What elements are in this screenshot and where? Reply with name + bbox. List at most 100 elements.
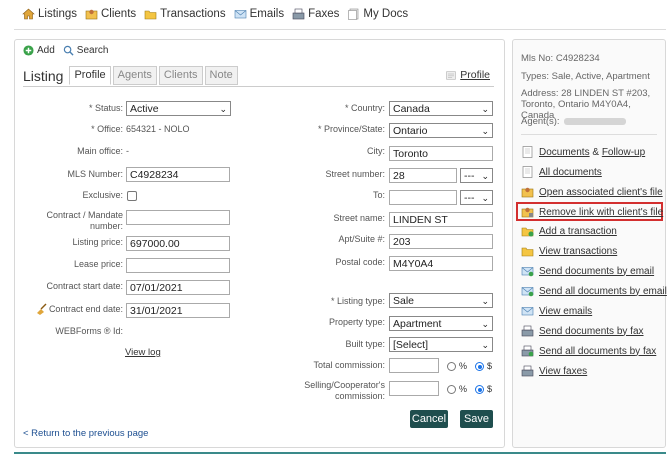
listing-type-value: Sale: [393, 295, 415, 307]
webforms-label: WEBForms ® Id:: [55, 326, 123, 336]
sidebar-action-add-transaction[interactable]: Add a transaction: [521, 225, 617, 237]
client-file-icon: [521, 187, 534, 198]
sidebar-action-open-client-file[interactable]: Open associated client's file: [521, 186, 663, 198]
nav-my-docs[interactable]: My Docs: [347, 8, 408, 20]
email-icon: [234, 10, 246, 19]
sidebar-action-send-all-docs-fax[interactable]: Send all documents by fax: [521, 345, 656, 357]
built-type-value: [Select]: [393, 339, 429, 351]
send-all-email-icon: [521, 287, 534, 297]
street-number-suffix-value: ---: [464, 170, 475, 182]
sidebar-action-label: Open associated client's file: [539, 186, 663, 198]
return-previous-page-link[interactable]: < Return to the previous page: [23, 428, 148, 439]
sidebar-action-view-faxes[interactable]: View faxes: [521, 365, 587, 377]
percent-unit: %: [459, 361, 468, 371]
tab-clients[interactable]: Clients: [158, 66, 203, 85]
built-type-select[interactable]: [Select] ⌄: [389, 337, 493, 352]
agents-label: Agent(s):: [521, 116, 560, 127]
selling-commission-dollar-radio[interactable]: [475, 385, 484, 394]
search-button[interactable]: Search: [63, 45, 109, 56]
sidebar-action-send-docs-email[interactable]: Send documents by email: [521, 265, 654, 277]
listing-type-select[interactable]: Sale ⌄: [389, 293, 493, 308]
apt-suite-input[interactable]: 203: [389, 234, 493, 249]
exclusive-checkbox[interactable]: [127, 191, 137, 201]
documents-follow-up-link[interactable]: Documents & Follow-up: [521, 146, 645, 158]
total-commission-input[interactable]: [389, 358, 439, 373]
view-log-link[interactable]: View log: [125, 347, 161, 358]
mls-number-label: MLS Number:: [67, 169, 123, 179]
tab-agents[interactable]: Agents: [112, 66, 157, 85]
contract-mandate-input[interactable]: [126, 210, 230, 225]
chevron-down-icon: ⌄: [481, 126, 489, 136]
city-label: City:: [367, 146, 385, 156]
sidebar-action-view-transactions[interactable]: View transactions: [521, 245, 617, 257]
province-select[interactable]: Ontario ⌄: [389, 123, 493, 138]
mls-number-input[interactable]: C4928234: [126, 167, 230, 182]
profile-link[interactable]: Profile: [445, 69, 490, 81]
sidebar-action-send-docs-fax[interactable]: Send documents by fax: [521, 325, 644, 337]
total-commission-label: Total commission:: [313, 360, 385, 370]
tab-profile[interactable]: Profile: [69, 66, 111, 85]
property-type-value: Apartment: [393, 318, 442, 330]
sidebar-action-send-all-docs-email[interactable]: Send all documents by email: [521, 285, 667, 297]
docs-icon: [348, 8, 359, 20]
street-name-input[interactable]: LINDEN ST: [389, 212, 493, 227]
country-select[interactable]: Canada ⌄: [389, 101, 493, 116]
lease-price-input[interactable]: [126, 258, 230, 273]
main-office-label: Main office:: [77, 146, 123, 156]
nav-clients[interactable]: Clients: [85, 8, 136, 20]
to-input[interactable]: [389, 190, 457, 205]
search-label: Search: [76, 45, 109, 56]
nav-transactions[interactable]: Transactions: [144, 8, 226, 20]
contract-end-input[interactable]: 31/01/2021: [126, 303, 230, 318]
listing-summary-panel: Mls No: C4928234 Types: Sale, Active, Ap…: [512, 39, 667, 448]
top-navigation: Listings Clients Transactions Emails Fax…: [22, 6, 416, 22]
street-number-input[interactable]: 28: [389, 168, 457, 183]
total-commission-dollar-radio[interactable]: [475, 362, 484, 371]
selling-commission-input[interactable]: [389, 381, 439, 396]
folder-icon: [144, 10, 157, 20]
add-button[interactable]: Add: [23, 45, 55, 56]
nav-emails-label: Emails: [249, 8, 285, 20]
sidebar-action-view-emails[interactable]: View emails: [521, 305, 592, 317]
sidebar-action-remove-client-link[interactable]: Remove link with client's file: [521, 206, 663, 218]
chevron-down-icon: ⌄: [481, 340, 489, 350]
street-number-suffix-select[interactable]: --- ⌄: [460, 168, 493, 183]
property-type-select[interactable]: Apartment ⌄: [389, 316, 493, 331]
fax-all-icon: [521, 345, 534, 357]
clients-icon: [85, 9, 98, 20]
percent-unit: %: [459, 384, 468, 394]
postal-code-input[interactable]: M4Y0A4: [389, 256, 493, 271]
main-office-value: -: [126, 146, 129, 156]
province-value: Ontario: [393, 125, 428, 137]
documents-link[interactable]: Documents: [539, 147, 590, 158]
nav-listings[interactable]: Listings: [22, 8, 77, 20]
postal-code-label: Postal code:: [335, 257, 385, 267]
nav-faxes[interactable]: Faxes: [292, 8, 339, 20]
follow-up-link[interactable]: Follow-up: [602, 147, 645, 158]
add-transaction-icon: [521, 227, 534, 237]
add-icon: [23, 45, 34, 56]
apt-suite-label: Apt/Suite #:: [338, 234, 385, 244]
city-input[interactable]: Toronto: [389, 146, 493, 161]
contract-start-label: Contract start date:: [46, 281, 123, 291]
chevron-down-icon: ⌄: [481, 319, 489, 329]
dollar-unit: $: [487, 384, 493, 394]
dollar-unit: $: [487, 361, 493, 371]
to-suffix-select[interactable]: --- ⌄: [460, 190, 493, 205]
chevron-down-icon: ⌄: [481, 296, 489, 306]
listing-price-input[interactable]: 697000.00: [126, 236, 230, 251]
contract-start-input[interactable]: 07/01/2021: [126, 280, 230, 295]
email-icon: [521, 307, 534, 316]
sidebar-action-label: Send documents by fax: [539, 325, 644, 337]
save-button[interactable]: Save: [460, 410, 493, 428]
sidebar-action-all-documents[interactable]: All documents: [521, 166, 602, 178]
cancel-button[interactable]: Cancel: [410, 410, 448, 428]
unlink-client-icon: [521, 207, 534, 218]
status-select[interactable]: Active ⌄: [126, 101, 231, 116]
sidebar-action-label: Send all documents by fax: [539, 345, 657, 357]
total-commission-percent-radio[interactable]: [447, 362, 456, 371]
nav-faxes-label: Faxes: [308, 8, 340, 20]
nav-emails[interactable]: Emails: [234, 8, 285, 20]
selling-commission-percent-radio[interactable]: [447, 385, 456, 394]
tab-note[interactable]: Note: [204, 66, 238, 85]
